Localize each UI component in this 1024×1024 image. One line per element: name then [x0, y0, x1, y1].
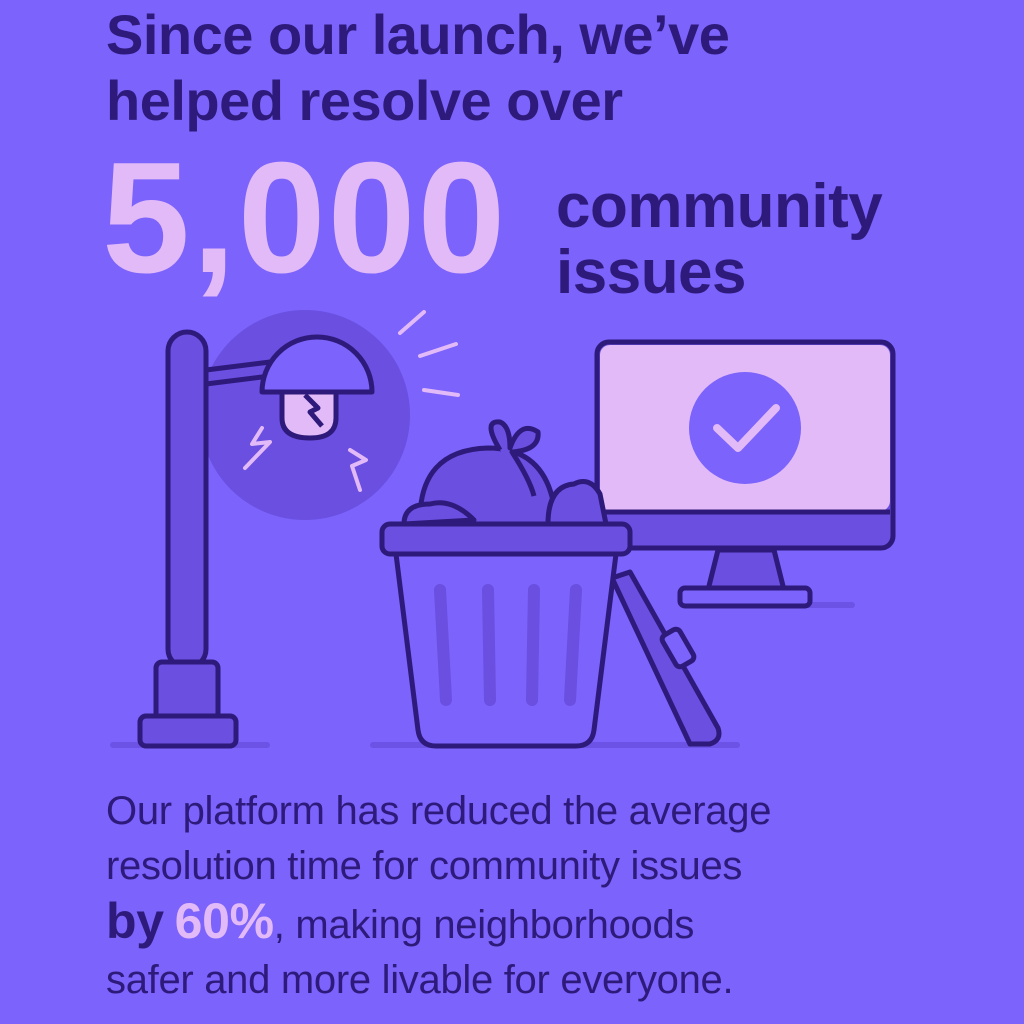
- body-by: by: [106, 893, 164, 949]
- percent-highlight: 60%: [174, 893, 274, 949]
- body-text: Our platform has reduced the average res…: [106, 784, 1006, 1008]
- body-line-2: resolution time for community issues: [106, 844, 743, 888]
- monitor-checkmark-icon: [594, 339, 896, 609]
- body-line-3: , making neighborhoods: [273, 903, 695, 947]
- body-line-1: Our platform has reduced the average: [106, 789, 772, 833]
- body-line-4: safer and more livable for everyone.: [106, 958, 734, 1002]
